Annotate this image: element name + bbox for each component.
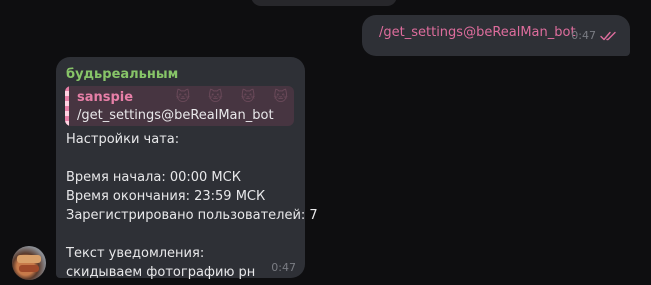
reply-preview[interactable]: 🐱 🐱 🐱 🐱 sanspie /get_settings@beRealMan_… [65,86,294,126]
sender-name[interactable]: будьреальным [66,67,178,82]
cat-face-icon: 🐱 [240,89,256,105]
cat-face-icon: 🐱 [208,89,223,105]
reply-text: /get_settings@beRealMan_bot [77,108,274,123]
cat-face-icon: 🐱 [175,89,191,105]
double-check-icon [600,31,618,41]
message-line: Зарегистрировано пользователей: 7 [66,208,318,223]
avatar-image-part [17,255,41,263]
reply-author: sanspie [77,90,134,105]
message-body: Настройки чата: Время начала: 00:00 МСК … [66,130,318,282]
outgoing-message-meta: 0:47 [571,29,618,42]
cat-face-icon: 🐱 [273,89,288,105]
avatar-image-part [19,265,39,272]
reply-pattern: 🐱 🐱 🐱 🐱 [176,89,288,105]
outgoing-message[interactable]: /get_settings@beRealMan_bot 0:47 [362,15,630,56]
message-line: Время окончания: 23:59 МСК [66,189,266,204]
message-line: Настройки чата: [66,132,180,147]
previous-message-edge [251,0,397,6]
message-line: Время начала: 00:00 МСК [66,170,241,185]
chat-view: /get_settings@beRealMan_bot 0:47 будьреа… [0,0,651,285]
incoming-message[interactable]: будьреальным 🐱 🐱 🐱 🐱 sanspie /get_settin… [56,57,318,280]
reply-accent-stripe [65,86,69,126]
outgoing-message-text: /get_settings@beRealMan_bot [379,25,576,40]
incoming-message-time: 0:47 [271,261,296,274]
outgoing-message-time: 0:47 [571,29,596,42]
sender-avatar[interactable] [12,246,46,280]
message-line [66,149,318,168]
message-line [66,225,318,244]
